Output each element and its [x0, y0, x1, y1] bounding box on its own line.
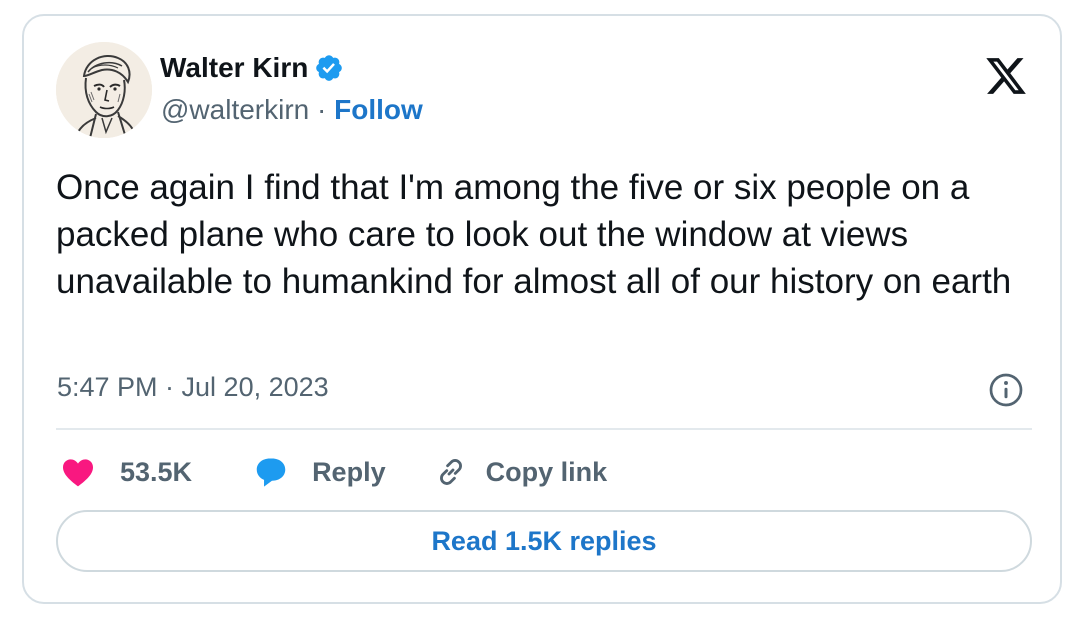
- like-button[interactable]: 53.5K: [60, 454, 192, 490]
- handle-row: @walterkirn · Follow: [161, 94, 423, 126]
- avatar-sketch: [56, 42, 152, 138]
- follow-button[interactable]: Follow: [334, 94, 423, 125]
- avatar[interactable]: [56, 42, 152, 138]
- reply-label: Reply: [312, 456, 386, 487]
- info-icon[interactable]: [988, 372, 1024, 408]
- author-name-row[interactable]: Walter Kirn: [160, 52, 344, 84]
- tweet-text: Once again I find that I'm among the fiv…: [56, 168, 1012, 301]
- author-handle[interactable]: @walterkirn: [161, 94, 309, 125]
- tweet-timestamp[interactable]: 5:47 PM · Jul 20, 2023: [57, 372, 329, 403]
- x-logo-icon[interactable]: [984, 54, 1028, 98]
- link-icon: [439, 459, 462, 485]
- reply-button[interactable]: Reply: [252, 453, 386, 491]
- action-bar: 53.5K Reply Copy link: [60, 452, 607, 492]
- like-count: 53.5K: [120, 456, 193, 487]
- separator-dot: ·: [317, 94, 327, 125]
- verified-badge-icon: [316, 55, 343, 81]
- speech-bubble-icon: [256, 458, 286, 487]
- tweet-card: Walter Kirn @walterkirn · Follow Once ag…: [22, 14, 1062, 604]
- heart-icon: [63, 459, 93, 487]
- read-replies-button[interactable]: Read 1.5K replies: [56, 510, 1032, 572]
- copy-link-button[interactable]: Copy link: [434, 455, 608, 489]
- copy-link-label: Copy link: [485, 456, 608, 487]
- author-name[interactable]: Walter Kirn: [160, 52, 308, 84]
- divider: [56, 428, 1032, 430]
